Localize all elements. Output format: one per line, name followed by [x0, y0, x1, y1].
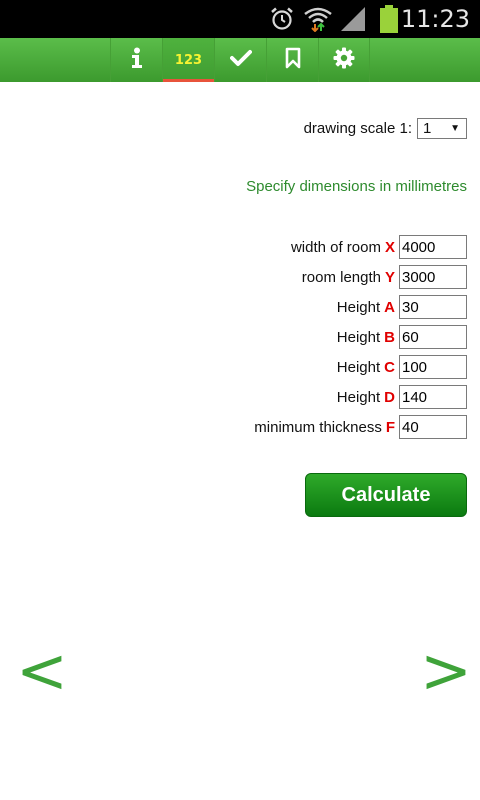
field-label: Height [336, 388, 381, 406]
field-label: Height [336, 298, 381, 316]
tab-bookmark[interactable] [266, 38, 318, 82]
drawing-scale-row: drawing scale 1: 1 ▼ [304, 117, 467, 139]
field-row-y: room length Y [302, 265, 467, 289]
info-icon [130, 47, 144, 74]
battery-icon [376, 0, 402, 38]
field-letter: Y [384, 268, 395, 286]
field-row-x: width of room X [291, 235, 467, 259]
drawing-scale-value: 1 [423, 119, 432, 137]
tab-settings[interactable] [318, 38, 370, 82]
field-letter: D [384, 388, 395, 406]
field-row-b: Height B [337, 325, 467, 349]
tab-input-label: 123 [174, 52, 203, 68]
next-arrow-icon[interactable]: > [420, 640, 472, 702]
gear-icon [333, 47, 355, 74]
field-label: room length [301, 268, 381, 286]
status-time: 11:23 [400, 5, 470, 33]
field-label: Height [336, 358, 381, 376]
bookmark-icon [284, 47, 302, 74]
field-row-f: minimum thickness F [254, 415, 467, 439]
width-of-room-input[interactable] [399, 235, 467, 259]
toolbar: 123 [0, 38, 480, 82]
drawing-scale-label: drawing scale 1: [303, 119, 412, 137]
height-c-input[interactable] [399, 355, 467, 379]
tab-input[interactable]: 123 [162, 38, 214, 82]
field-row-d: Height D [337, 385, 467, 409]
field-letter: B [384, 328, 395, 346]
height-b-input[interactable] [399, 325, 467, 349]
previous-arrow-icon[interactable]: < [16, 640, 68, 702]
field-label: minimum thickness [254, 418, 382, 436]
field-row-c: Height C [337, 355, 467, 379]
tab-info[interactable] [110, 38, 162, 82]
height-a-input[interactable] [399, 295, 467, 319]
wifi-icon [302, 0, 334, 38]
dropdown-arrow-icon: ▼ [450, 122, 460, 134]
status-bar: 11:23 [0, 0, 480, 38]
checkmark-icon [229, 49, 252, 72]
alarm-clock-icon [268, 0, 296, 38]
field-letter: A [384, 298, 395, 316]
drawing-scale-select[interactable]: 1 ▼ [417, 117, 467, 139]
field-label: Height [336, 328, 381, 346]
cell-signal-icon [338, 0, 368, 38]
field-letter: F [385, 418, 395, 436]
minimum-thickness-input[interactable] [399, 415, 467, 439]
field-letter: C [384, 358, 395, 376]
room-length-input[interactable] [399, 265, 467, 289]
tab-check[interactable] [214, 38, 266, 82]
units-hint: Specify dimensions in millimetres [246, 178, 467, 195]
field-row-a: Height A [337, 295, 467, 319]
height-d-input[interactable] [399, 385, 467, 409]
calculate-button[interactable]: Calculate [305, 473, 467, 517]
field-letter: X [384, 238, 395, 256]
field-label: width of room [290, 238, 381, 256]
